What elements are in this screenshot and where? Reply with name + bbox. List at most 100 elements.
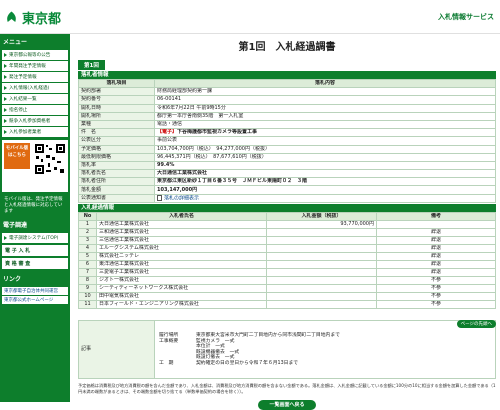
sidebar-item[interactable]: 発注予定情報 [2, 72, 68, 82]
remarks-label: 記事 [78, 320, 155, 380]
bid-note: 不参 [376, 292, 496, 302]
remarks-table: 記事 履行場所 東京都東大宮米市大門町二丁目地内から同市浅間町二丁目地内まで 工事概… [78, 320, 496, 380]
electronic-tag: 【電子】 [157, 129, 178, 136]
table-row: 6 東洋通信工業株式会社 辞退 [78, 260, 496, 270]
notice-link[interactable]: 落札の詳細表示 [164, 195, 199, 201]
arrow-icon [4, 53, 7, 57]
table-row: 開札場所 都庁第一本庁舎南側35階 第一入札室 [78, 111, 496, 121]
page-title: 第1回 入札経過調書 [238, 42, 336, 53]
mobile-box[interactable]: モバイル版 はこちら [2, 140, 68, 192]
sidebar-link[interactable]: 東京都電子自治体共同運営 [2, 287, 68, 295]
table-row: 公表区分 事前公表 [78, 136, 496, 146]
table-row: 公表通知書 落札の詳細表示 [78, 193, 496, 204]
links-heading: リンク [3, 276, 22, 283]
sidebar-item[interactable]: 入札結果一覧 [2, 94, 68, 104]
sidebar-item[interactable]: 入札情報(入札経過) [2, 83, 68, 93]
row-label: 件 名 [78, 128, 155, 138]
table-row: 契約部署 財務局経理部契約第一課 [78, 87, 496, 97]
table-row: 2 三和通信工業株式会社 辞退 [78, 228, 496, 238]
row-label: 契約番号 [78, 95, 155, 105]
sidebar-item-label: 電子調達システム(TOP) [9, 236, 59, 241]
bid-note: 不参 [376, 284, 496, 294]
table-row: 落札者氏名 大日通信工業株式会社 [78, 169, 496, 179]
bidder-name: 株式会社ニッテレ [96, 252, 267, 262]
sidebar-item[interactable]: 指名停止 [2, 105, 68, 115]
sidebar-item[interactable]: 東京都公報等の公告 [2, 50, 68, 60]
table-row: 11 日本フィールド・エンジニアリング株式会社 不参 [78, 300, 496, 310]
table-row: 4 エルーグシステム株式会社 辞退 [78, 244, 496, 254]
sidebar-item-label: 発注予定情報 [9, 75, 37, 80]
row-value-text: 99.4% [157, 161, 175, 168]
arrow-icon [4, 97, 7, 101]
sidebar-item-label: 指名停止 [9, 108, 28, 113]
row-value: 06-00141 [154, 95, 496, 105]
row-value: 【電子】下谷梅護都市監視カメラ等設置工事 [154, 128, 496, 138]
row-value-text: 103,147,000円 [157, 186, 198, 193]
mobile-version-badge[interactable]: モバイル版 はこちら [4, 143, 30, 169]
sidebar-item[interactable]: 年間発注予定情報 [2, 61, 68, 71]
table-row: 5 株式会社ニッテレ 辞退 [78, 252, 496, 262]
row-value-text: 96,445,371円（税込） 87,677,610円（税抜） [157, 153, 267, 160]
row-value-text: 財務局経理部契約第一課 [157, 88, 213, 95]
logo-text: 東京都 [22, 12, 62, 27]
sidebar-item[interactable]: 入札参加者業者 [2, 127, 68, 137]
bid-amount [266, 292, 377, 302]
main-content: 第1回 入札経過調書 第1回 落札者情報 落札項目 落札内容 契約部署 財務局経理… [78, 36, 496, 410]
bids-section-header: 入札経過情報 [78, 204, 496, 213]
row-value-text: 電話・通信 [157, 121, 183, 128]
page-top-button[interactable]: ページの先頭へ [456, 320, 496, 329]
bid-amount [266, 236, 377, 246]
remark-value: 契約確定の日の翌日から令和７年６月13日まで [196, 361, 299, 366]
row-value-text: 東京都江東区新砂１丁目６番３５号 ＪＭＦビル東陽町０２ ３階 [157, 178, 308, 185]
bid-amount [266, 276, 377, 286]
arrow-icon [4, 119, 7, 123]
bidder-name: 日本フィールド・エンジニアリング株式会社 [96, 300, 267, 310]
document-icon [157, 195, 162, 201]
bidder-name: 大日通信工業株式会社 [96, 220, 267, 230]
bid-no: 3 [78, 236, 97, 246]
footnote: 予定価格は消費税及び地方消費税の額を含んだ金額であり、入札金額は、消費税及び地方… [78, 383, 496, 394]
row-label: 開札場所 [78, 111, 155, 121]
row-value-text: 令和6年7月22日 午前9時15分 [157, 104, 226, 111]
tab-round-1[interactable]: 第1回 [78, 60, 105, 70]
bid-amount [266, 268, 377, 278]
bid-amount [266, 260, 377, 270]
sidebar-item-label: 入札結果一覧 [9, 97, 37, 102]
arrow-icon [4, 64, 7, 68]
bid-note: 辞退 [376, 260, 496, 270]
table-row: 10 田中電気株式会社 不参 [78, 292, 496, 302]
row-value: 大日通信工業株式会社 [154, 169, 496, 179]
table-row: 開札日時 令和6年7月22日 午前9時15分 [78, 103, 496, 113]
row-value-text: 都庁第一本庁舎南側35階 第一入札室 [157, 112, 244, 119]
sidebar-item-label: 競争入札参加資格者 [9, 119, 51, 124]
qr-code-icon [34, 143, 66, 175]
row-label: 開札日時 [78, 103, 155, 113]
top-button-row: ページの先頭へ [78, 310, 496, 329]
row-value-text: 事前公表 [157, 137, 178, 144]
sidebar-item[interactable]: 競争入札参加資格者 [2, 116, 68, 126]
bid-note: 不参 [376, 276, 496, 286]
table-row: 最低制限価格 96,445,371円（税込） 87,677,610円（税抜） [78, 152, 496, 162]
arrow-icon [4, 236, 7, 240]
winner-table: 落札項目 落札内容 契約部署 財務局経理部契約第一課 契約番号 06-00141 開札日… [78, 78, 496, 204]
bid-amount [266, 252, 377, 262]
row-label: 落札率 [78, 160, 155, 171]
row-value: 99.4% [154, 160, 496, 171]
table-row: 落札金額 103,147,000円 [78, 185, 496, 195]
sidebar-button[interactable]: 電 子 入 札 [2, 245, 68, 256]
tokyo-emblem-icon [7, 11, 16, 22]
row-label: 落札者氏名 [78, 169, 155, 179]
sidebar-link[interactable]: 東京都公式ホームページ [2, 296, 68, 304]
sidebar-button[interactable]: 資 格 審 査 [2, 258, 68, 269]
bidder-name: 三愛電子工業株式会社 [96, 268, 267, 278]
row-label: 最低制限価格 [78, 152, 155, 162]
col-item-header: 落札項目 [78, 78, 155, 89]
bidder-name: シーティディーネットワークス株式会社 [96, 284, 267, 294]
table-row: 3 三信通信工業株式会社 辞退 [78, 236, 496, 246]
sidebar-item-e-procurement[interactable]: 電子調達システム(TOP) [2, 233, 68, 243]
bid-no: 9 [78, 284, 97, 294]
bid-note: 辞退 [376, 228, 496, 238]
bid-no: 4 [78, 244, 97, 254]
tokyo-logo[interactable]: 東京都 [4, 8, 61, 27]
col-content-header: 落札内容 [154, 78, 496, 89]
